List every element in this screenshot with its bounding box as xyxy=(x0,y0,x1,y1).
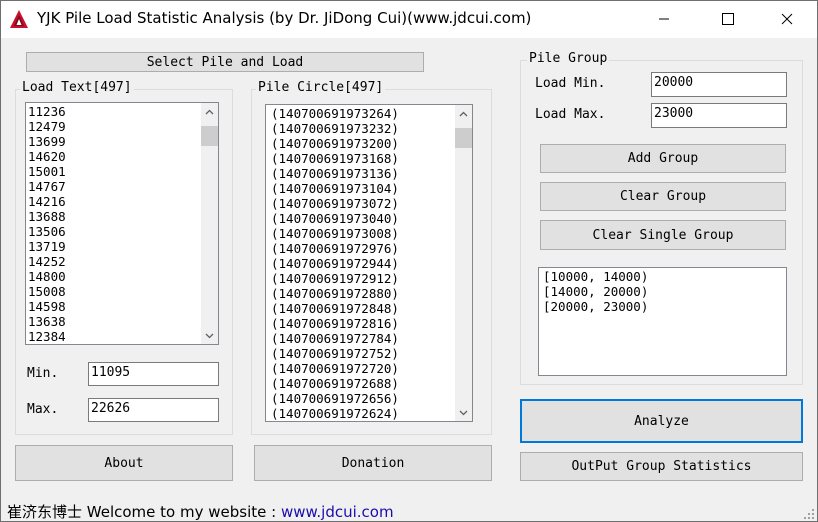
load-max-field[interactable]: 23000 xyxy=(651,103,787,128)
add-group-button[interactable]: Add Group xyxy=(540,144,786,173)
list-item[interactable]: (140700691972688) xyxy=(271,376,399,391)
website-link[interactable]: www.jdcui.com xyxy=(281,503,394,521)
list-item[interactable]: 12384 xyxy=(28,329,66,344)
load-max-label: Load Max. xyxy=(535,107,606,122)
pile-circle-scrollbar[interactable] xyxy=(455,105,472,421)
pile-circle-list[interactable]: (140700691973264) (140700691973232) (14070… xyxy=(265,104,473,422)
list-item[interactable]: 14598 xyxy=(28,299,66,314)
load-text-scrollbar[interactable] xyxy=(201,103,218,344)
scroll-up-button[interactable] xyxy=(455,105,472,122)
list-item[interactable]: (140700691972656) xyxy=(271,391,399,406)
list-item[interactable]: (140700691973168) xyxy=(271,151,399,166)
title-bar[interactable]: YJK Pile Load Statistic Analysis (by Dr.… xyxy=(1,1,817,38)
close-button[interactable] xyxy=(764,1,810,37)
clear-group-button[interactable]: Clear Group xyxy=(540,182,786,211)
min-label: Min. xyxy=(27,366,59,381)
window-title: YJK Pile Load Statistic Analysis (by Dr.… xyxy=(37,9,532,27)
list-item[interactable]: 15001 xyxy=(28,164,66,179)
list-item[interactable]: (140700691972752) xyxy=(271,346,399,361)
load-min-label: Load Min. xyxy=(535,76,606,91)
list-item[interactable]: 14620 xyxy=(28,149,66,164)
load-text-title: Load Text[497] xyxy=(20,80,134,96)
max-field[interactable]: 22626 xyxy=(88,398,219,422)
list-item[interactable]: 13688 xyxy=(28,209,66,224)
list-item[interactable]: (140700691973200) xyxy=(271,136,399,151)
group-items: [10000, 14000) [14000, 20000) [20000, 2300… xyxy=(543,269,648,314)
scroll-thumb[interactable] xyxy=(201,126,218,146)
list-item[interactable]: (140700691972848) xyxy=(271,301,399,316)
about-button[interactable]: About xyxy=(15,445,233,481)
pile-circle-title: Pile Circle[497] xyxy=(256,80,386,96)
scroll-up-button[interactable] xyxy=(201,103,218,120)
list-item[interactable]: 13638 xyxy=(28,314,66,329)
load-text-list[interactable]: 11236 12479 13699 14620 15001 14767 14216 13688… xyxy=(25,102,219,345)
pile-circle-items: (140700691973264) (140700691973232) (14070… xyxy=(271,106,399,421)
scroll-down-button[interactable] xyxy=(201,327,218,344)
chevron-down-icon xyxy=(459,410,468,415)
min-field[interactable]: 11095 xyxy=(88,362,219,386)
list-item[interactable]: (140700691972880) xyxy=(271,286,399,301)
close-icon xyxy=(781,13,793,25)
list-item[interactable]: 14767 xyxy=(28,179,66,194)
list-item[interactable]: 15008 xyxy=(28,284,66,299)
scroll-down-button[interactable] xyxy=(455,404,472,421)
minimize-icon xyxy=(659,18,669,20)
chevron-up-icon xyxy=(205,109,214,114)
list-item[interactable]: (140700691973008) xyxy=(271,226,399,241)
pile-group-title: Pile Group xyxy=(527,51,610,67)
clear-single-group-button[interactable]: Clear Single Group xyxy=(540,220,786,250)
donation-button[interactable]: Donation xyxy=(254,445,492,481)
status-message: 崔济东博士 Welcome to my website : www.jdcui.… xyxy=(7,501,394,522)
list-item[interactable]: 14800 xyxy=(28,269,66,284)
list-item[interactable]: 13719 xyxy=(28,239,66,254)
chevron-up-icon xyxy=(459,111,468,116)
minimize-button[interactable] xyxy=(641,1,687,37)
load-text-items: 11236 12479 13699 14620 15001 14767 14216 13688… xyxy=(28,104,66,344)
group-list[interactable]: [10000, 14000) [14000, 20000) [20000, 2300… xyxy=(538,267,787,376)
autocad-triangle-icon xyxy=(10,10,28,28)
maximize-icon xyxy=(722,13,734,25)
status-bar: 崔济东博士 Welcome to my website : www.jdcui.… xyxy=(1,498,817,522)
list-item[interactable]: [20000, 23000) xyxy=(543,299,648,314)
list-item[interactable]: 11236 xyxy=(28,104,66,119)
list-item[interactable]: (140700691972976) xyxy=(271,241,399,256)
list-item[interactable]: (140700691973232) xyxy=(271,121,399,136)
list-item[interactable]: 13699 xyxy=(28,134,66,149)
list-item[interactable]: (140700691972944) xyxy=(271,256,399,271)
list-item[interactable]: 13506 xyxy=(28,224,66,239)
list-item[interactable]: (140700691973072) xyxy=(271,196,399,211)
maximize-button[interactable] xyxy=(705,1,751,37)
list-item[interactable]: (140700691973040) xyxy=(271,211,399,226)
list-item[interactable]: (140700691973104) xyxy=(271,181,399,196)
max-label: Max. xyxy=(27,402,59,417)
list-item[interactable]: (140700691972624) xyxy=(271,406,399,421)
list-item[interactable]: (140700691972816) xyxy=(271,316,399,331)
status-prefix: 崔济东博士 Welcome to my website : xyxy=(7,503,277,521)
list-item[interactable]: (140700691973136) xyxy=(271,166,399,181)
analyze-button[interactable]: Analyze xyxy=(520,399,803,443)
list-item[interactable]: (140700691973264) xyxy=(271,106,399,121)
main-window: YJK Pile Load Statistic Analysis (by Dr.… xyxy=(0,0,818,522)
list-item[interactable]: (140700691972784) xyxy=(271,331,399,346)
list-item[interactable]: (140700691972912) xyxy=(271,271,399,286)
select-pile-load-button[interactable]: Select Pile and Load xyxy=(26,52,424,72)
list-item[interactable]: [10000, 14000) xyxy=(543,269,648,284)
output-group-statistics-button[interactable]: OutPut Group Statistics xyxy=(520,452,803,481)
list-item[interactable]: 14216 xyxy=(28,194,66,209)
scroll-thumb[interactable] xyxy=(455,128,472,148)
list-item[interactable]: 14252 xyxy=(28,254,66,269)
load-min-field[interactable]: 20000 xyxy=(651,72,787,97)
chevron-down-icon xyxy=(205,333,214,338)
list-item[interactable]: [14000, 20000) xyxy=(543,284,648,299)
list-item[interactable]: (140700691972720) xyxy=(271,361,399,376)
list-item[interactable]: 12479 xyxy=(28,119,66,134)
resize-grip-icon[interactable] xyxy=(803,508,815,520)
